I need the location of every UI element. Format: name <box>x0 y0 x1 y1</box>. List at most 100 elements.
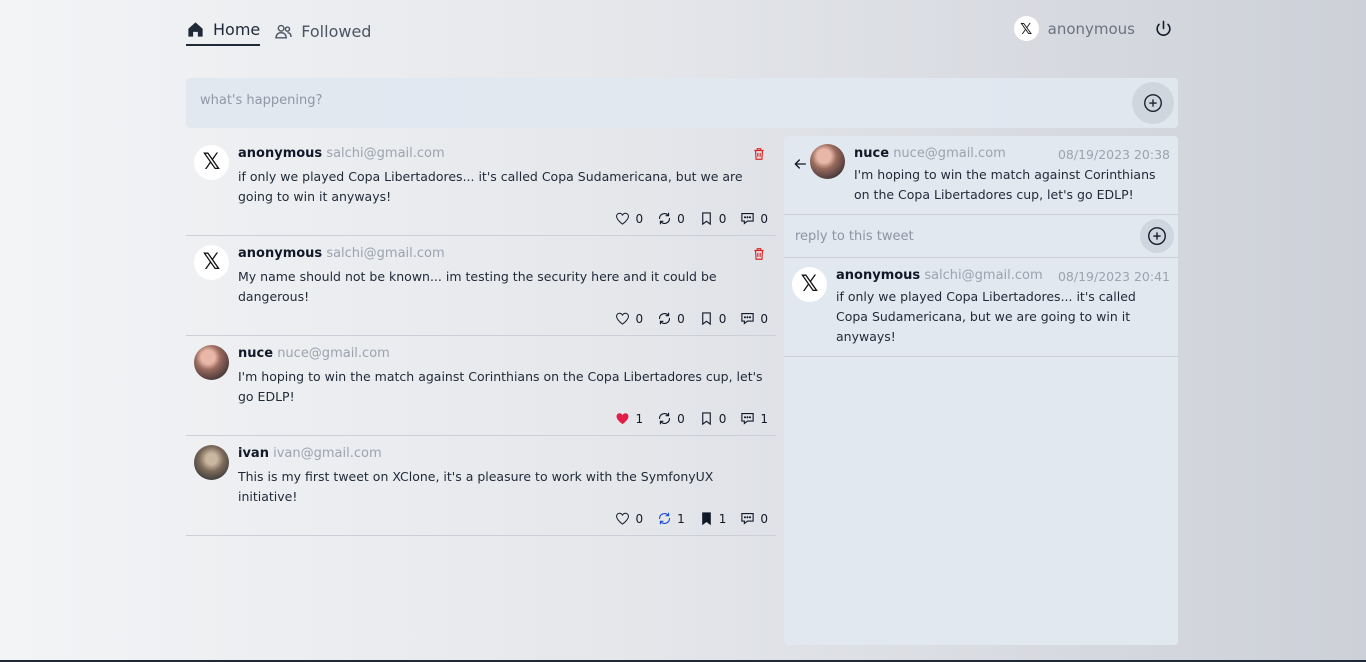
tweet-actions: 0 0 0 0 <box>238 311 768 326</box>
retweet-icon <box>659 312 671 325</box>
logout-button[interactable] <box>1154 19 1173 38</box>
tweet-item: 𝕏 anonymous salchi@gmail.com if only we … <box>186 136 776 236</box>
comment-button[interactable]: 0 <box>740 511 768 526</box>
retweet-count: 1 <box>677 511 685 526</box>
retweet-count: 0 <box>677 311 685 326</box>
user-name[interactable]: anonymous <box>1048 20 1135 38</box>
tab-followed-label: Followed <box>301 21 372 41</box>
tweet-input[interactable] <box>198 92 1102 109</box>
avatar[interactable] <box>194 345 229 380</box>
author-email: nuce@gmail.com <box>277 346 390 361</box>
retweet-count: 0 <box>677 411 685 426</box>
tweet-text: This is my first tweet on XClone, it's a… <box>238 469 714 504</box>
avatar[interactable] <box>810 144 845 179</box>
tweet-feed: 𝕏 anonymous salchi@gmail.com if only we … <box>186 136 776 536</box>
author-name[interactable]: anonymous <box>238 146 322 161</box>
detail-tweet: nuce nuce@gmail.com 08/19/2023 20:38 I'm… <box>784 136 1178 215</box>
like-button[interactable]: 1 <box>615 411 643 426</box>
like-button[interactable]: 0 <box>615 211 643 226</box>
retweet-icon <box>659 512 671 525</box>
bookmark-icon <box>701 412 711 426</box>
plus-circle-icon <box>1148 227 1166 245</box>
avatar[interactable]: 𝕏 <box>194 245 229 280</box>
comment-count: 0 <box>760 311 768 326</box>
tweet-header: nuce nuce@gmail.com <box>238 345 768 363</box>
author-name[interactable]: ivan <box>238 446 269 461</box>
author-email: salchi@gmail.com <box>326 246 445 261</box>
heart-icon <box>617 413 629 425</box>
retweet-count: 0 <box>677 211 685 226</box>
retweet-button[interactable]: 0 <box>657 211 685 226</box>
like-count: 1 <box>635 411 644 426</box>
bookmark-icon <box>701 312 711 326</box>
avatar[interactable]: 𝕏 <box>194 145 229 180</box>
comment-count: 1 <box>760 411 768 426</box>
retweet-button[interactable]: 1 <box>657 511 685 526</box>
author-name[interactable]: nuce <box>238 346 273 361</box>
bookmark-count: 0 <box>718 411 727 426</box>
retweet-button[interactable]: 0 <box>657 311 685 326</box>
like-button[interactable]: 0 <box>615 511 643 526</box>
trash-icon[interactable] <box>752 246 766 262</box>
tweet-actions: 1 0 0 1 <box>238 411 768 426</box>
bookmark-count: 1 <box>718 511 727 526</box>
tab-followed[interactable]: Followed <box>274 16 371 46</box>
comment-icon <box>741 312 755 325</box>
author-name[interactable]: nuce <box>854 146 889 161</box>
bookmark-icon <box>701 512 711 526</box>
retweet-icon <box>659 412 671 425</box>
like-count: 0 <box>635 211 644 226</box>
tweet-header: anonymous salchi@gmail.com <box>238 145 768 163</box>
retweet-icon <box>659 212 671 225</box>
tweet-text: if only we played Copa Libertadores... i… <box>836 289 1136 344</box>
arrow-left-icon[interactable] <box>792 156 808 172</box>
heart-icon <box>616 212 630 225</box>
tweet-date: 08/19/2023 20:38 <box>1057 147 1170 162</box>
reply-composer <box>784 215 1178 258</box>
comment-icon <box>741 412 755 425</box>
comment-button[interactable]: 0 <box>740 311 768 326</box>
post-tweet-button[interactable] <box>1132 82 1174 124</box>
trash-icon[interactable] <box>752 146 766 162</box>
bookmark-button[interactable]: 1 <box>699 511 727 526</box>
avatar[interactable] <box>194 445 229 480</box>
bookmark-count: 0 <box>718 311 727 326</box>
tweet-text: My name should not be known... im testin… <box>238 269 717 304</box>
avatar[interactable]: 𝕏 <box>792 267 827 302</box>
comment-count: 0 <box>760 211 768 226</box>
author-name[interactable]: anonymous <box>836 268 920 283</box>
power-icon <box>1156 20 1171 36</box>
comment-button[interactable]: 1 <box>740 411 768 426</box>
tweet-actions: 0 1 1 0 <box>238 511 768 526</box>
tweet-item: 𝕏 anonymous salchi@gmail.com My name sho… <box>186 236 776 336</box>
tab-home-label: Home <box>213 19 261 39</box>
tweet-item: nuce nuce@gmail.com I'm hoping to win th… <box>186 336 776 436</box>
bookmark-button[interactable]: 0 <box>699 311 727 326</box>
like-button[interactable]: 0 <box>615 311 643 326</box>
heart-icon <box>616 512 630 525</box>
bookmark-button[interactable]: 0 <box>699 411 727 426</box>
users-icon <box>275 24 292 39</box>
reply-input[interactable] <box>793 228 1117 245</box>
tab-home[interactable]: Home <box>186 14 261 46</box>
tweet-text: I'm hoping to win the match against Cori… <box>238 369 763 404</box>
bookmark-count: 0 <box>718 211 727 226</box>
comment-count: 0 <box>760 511 768 526</box>
author-email: salchi@gmail.com <box>924 268 1043 283</box>
plus-circle-icon <box>1144 94 1162 112</box>
tweet-text: I'm hoping to win the match against Cori… <box>854 167 1156 202</box>
top-nav: Home Followed <box>186 14 371 46</box>
like-count: 0 <box>635 311 644 326</box>
author-name[interactable]: anonymous <box>238 246 322 261</box>
tweet-header: ivan ivan@gmail.com <box>238 445 768 463</box>
author-email: salchi@gmail.com <box>326 146 445 161</box>
post-reply-button[interactable] <box>1140 219 1174 253</box>
bookmark-button[interactable]: 0 <box>699 211 727 226</box>
comment-button[interactable]: 0 <box>740 211 768 226</box>
tweet-actions: 0 0 0 0 <box>238 211 768 226</box>
retweet-button[interactable]: 0 <box>657 411 685 426</box>
author-email: nuce@gmail.com <box>893 146 1006 161</box>
tweet-composer <box>186 78 1178 128</box>
user-avatar[interactable]: 𝕏 <box>1013 16 1039 41</box>
comment-icon <box>741 212 755 225</box>
